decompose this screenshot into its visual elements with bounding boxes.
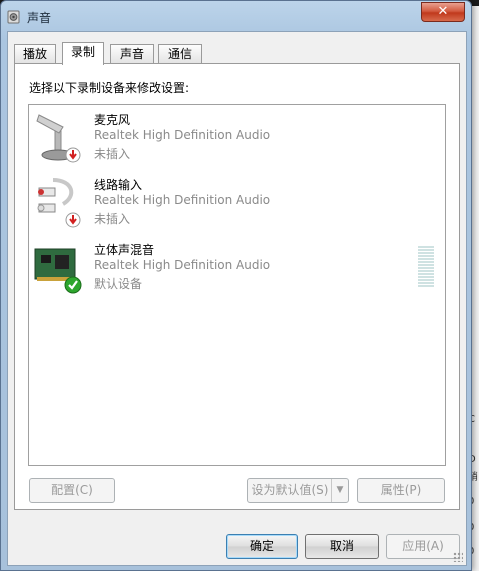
apply-button[interactable]: 应用(A) — [386, 534, 460, 559]
device-driver: Realtek High Definition Audio — [94, 258, 271, 272]
microphone-icon — [36, 114, 81, 163]
close-icon: ✕ — [437, 4, 449, 19]
device-item-stereo-mix[interactable]: 立体声混音 Realtek High Definition Audio 默认设备 — [29, 239, 445, 301]
device-status: 未插入 — [94, 212, 131, 226]
close-button[interactable]: ✕ — [421, 2, 465, 22]
recording-tab-panel: 选择以下录制设备来修改设置: 麦克风 Realtek High Definiti… — [14, 63, 460, 510]
device-driver: Realtek High Definition Audio — [94, 128, 271, 142]
device-name: 线路输入 — [94, 178, 143, 192]
sound-card-icon — [34, 248, 82, 294]
device-driver: Realtek High Definition Audio — [94, 193, 271, 207]
ok-button[interactable]: 确定 — [226, 534, 298, 559]
tab-communications[interactable]: 通信 — [158, 44, 202, 64]
dialog-body: 播放 录制 声音 通信 选择以下录制设备来修改设置: 麦克风 Realtek H — [7, 31, 467, 566]
sound-dialog: 声音 ✕ 播放 录制 声音 通信 选择以下录制设备来修改设置: 麦克风 Real… — [0, 0, 472, 571]
window-title: 声音 — [27, 11, 52, 25]
recording-device-list[interactable]: 麦克风 Realtek High Definition Audio 未插入 线路… — [28, 104, 446, 466]
level-meter — [418, 246, 434, 288]
set-default-label: 设为默认值(S) — [251, 483, 329, 497]
device-status: 默认设备 — [94, 277, 143, 291]
speaker-icon — [7, 10, 20, 24]
configure-button[interactable]: 配置(C) — [29, 478, 115, 503]
device-name: 立体声混音 — [94, 243, 155, 257]
device-status: 未插入 — [94, 147, 131, 161]
device-item-microphone[interactable]: 麦克风 Realtek High Definition Audio 未插入 — [29, 109, 445, 171]
tab-playback[interactable]: 播放 — [14, 44, 56, 64]
resize-grip[interactable] — [453, 552, 463, 562]
chevron-down-icon[interactable]: ▼ — [331, 479, 348, 502]
tab-sounds[interactable]: 声音 — [110, 44, 154, 64]
properties-button[interactable]: 属性(P) — [357, 478, 445, 503]
device-item-line-in[interactable]: 线路输入 Realtek High Definition Audio 未插入 — [29, 174, 445, 236]
set-default-button[interactable]: 设为默认值(S) ▼ — [247, 478, 349, 503]
instruction-text: 选择以下录制设备来修改设置: — [29, 81, 190, 95]
title-bar[interactable]: 声音 ✕ — [1, 1, 471, 31]
line-in-cable-icon — [37, 178, 81, 228]
tab-recording[interactable]: 录制 — [62, 42, 104, 65]
cancel-button[interactable]: 取消 — [305, 534, 379, 559]
device-name: 麦克风 — [94, 113, 131, 127]
